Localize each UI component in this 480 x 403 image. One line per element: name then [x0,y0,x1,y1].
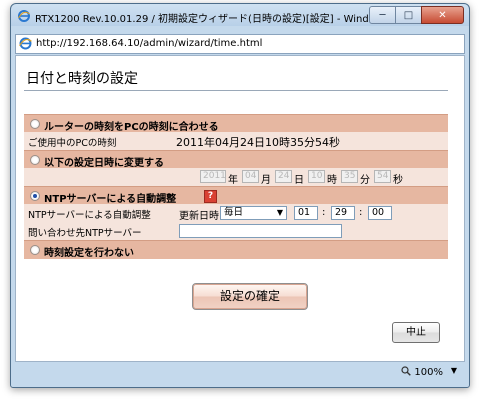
colon-separator: : [322,207,326,218]
frequency-select[interactable]: 毎日 ▼ [220,206,287,220]
option-ntp-row[interactable]: NTPサーバーによる自動調整 ? [24,186,448,205]
address-bar[interactable]: http://192.168.64.10/admin/wizard/time.h… [15,34,465,54]
option-ntp-label: NTPサーバーによる自動調整 [44,194,177,205]
year-input[interactable]: 2011 [200,170,226,183]
maximize-button[interactable]: □ [395,6,422,24]
zoom-icon [401,366,412,376]
ntp-hour-input[interactable]: 01 [294,206,318,220]
page-content: 日付と時刻の設定 ルーターの時刻をPCの時刻に合わせる ご使用中のPCの時刻 2… [15,55,465,362]
day-unit: 日 [294,175,304,186]
title-bar[interactable]: RTX1200 Rev.10.01.29 / 初期設定ウィザード(日時の設定)[… [11,4,469,28]
update-time-label: 更新日時 [179,211,219,222]
chevron-down-icon[interactable]: ▼ [451,366,457,375]
option-ntp-radio[interactable] [30,191,40,201]
option-manual-radio[interactable] [30,155,40,165]
second-unit: 秒 [393,175,403,186]
ie-icon [18,10,30,22]
status-bar: 100% ▼ [15,362,463,382]
window-controls: ─ □ ✕ [369,6,464,24]
option-manual-label: 以下の設定日時に変更する [44,158,164,169]
option-none-radio[interactable] [30,245,40,255]
option-sync-pc-label: ルーターの時刻をPCの時刻に合わせる [44,122,219,133]
minute-unit: 分 [360,175,370,186]
ntp-auto-label: NTPサーバーによる自動調整 [28,210,151,221]
option-sync-pc-row[interactable]: ルーターの時刻をPCの時刻に合わせる [24,114,448,133]
ntp-server-row: 問い合わせ先NTPサーバー [24,222,448,240]
ntp-second-input[interactable]: 00 [368,206,392,220]
browser-window: RTX1200 Rev.10.01.29 / 初期設定ウィザード(日時の設定)[… [10,3,470,388]
minimize-button[interactable]: ─ [369,6,396,24]
month-input[interactable]: 04 [242,170,259,183]
option-none-row[interactable]: 時刻設定を行わない [24,240,448,259]
ntp-server-input[interactable] [179,224,342,238]
pc-time-value: 2011年04月24日10時35分54秒 [176,136,340,149]
minute-input[interactable]: 35 [341,170,358,183]
hour-input[interactable]: 10 [308,170,325,183]
zoom-value: 100% [414,367,443,378]
ie-icon [19,37,32,50]
address-url: http://192.168.64.10/admin/wizard/time.h… [36,38,263,49]
pc-time-label: ご使用中のPCの時刻 [28,138,117,149]
option-manual-row[interactable]: 以下の設定日時に変更する [24,150,448,169]
month-unit: 月 [261,175,271,186]
confirm-settings-button[interactable]: 設定の確定 [192,283,308,310]
year-unit: 年 [228,175,238,186]
close-button[interactable]: ✕ [421,6,464,24]
zoom-level[interactable]: 100% [401,366,443,378]
ntp-server-label: 問い合わせ先NTPサーバー [28,228,142,239]
pc-time-row: ご使用中のPCの時刻 2011年04月24日10時35分54秒 [24,132,448,150]
manual-datetime-row: 2011 年 04 月 24 日 10 時 35 分 54 秒 [24,168,448,186]
ntp-schedule-row: NTPサーバーによる自動調整 更新日時 毎日 ▼ 01 : 29 : 00 [24,204,448,222]
page-title: 日付と時刻の設定 [26,71,138,87]
second-input[interactable]: 54 [374,170,391,183]
hour-unit: 時 [327,175,337,186]
option-sync-pc-radio[interactable] [30,119,40,129]
colon-separator: : [359,207,363,218]
frequency-value: 毎日 [224,207,244,218]
cancel-button[interactable]: 中止 [392,322,440,343]
title-divider [24,90,448,91]
chevron-down-icon: ▼ [276,208,283,217]
help-icon[interactable]: ? [204,190,217,203]
option-none-label: 時刻設定を行わない [44,248,134,259]
ntp-minute-input[interactable]: 29 [331,206,355,220]
window-title: RTX1200 Rev.10.01.29 / 初期設定ウィザード(日時の設定)[… [35,14,411,25]
day-input[interactable]: 24 [275,170,292,183]
